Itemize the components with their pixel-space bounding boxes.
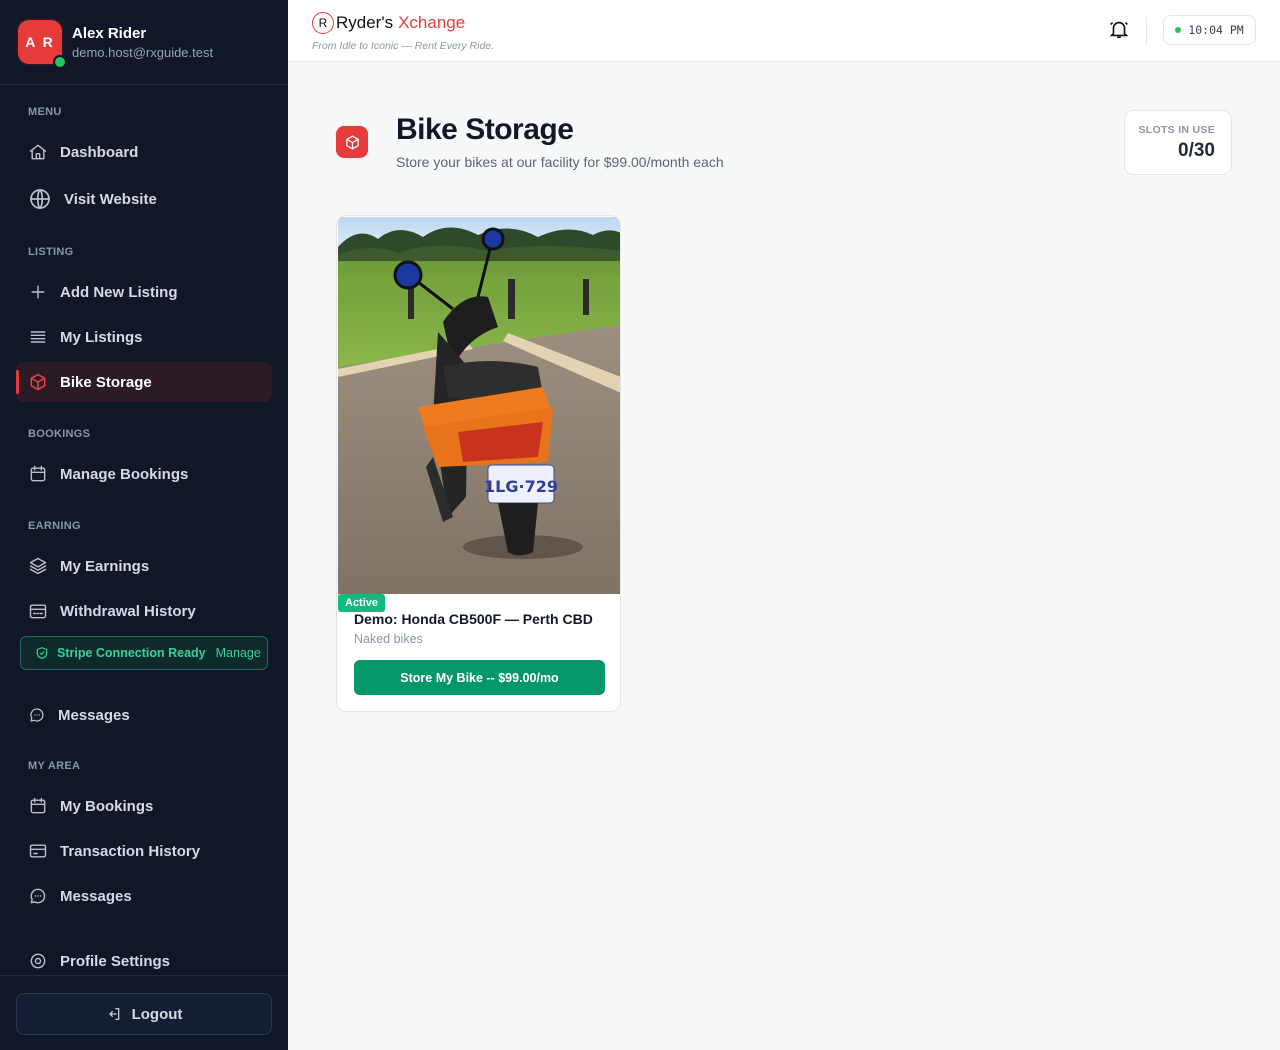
listing-card: 1LG·729 Active Demo: Honda CB500F — Pert… (336, 215, 621, 712)
status-badge: Active (338, 594, 386, 612)
sidebar-item-transaction-history[interactable]: Transaction History (16, 831, 272, 871)
sidebar-item-withdrawal-history[interactable]: Withdrawal History (16, 591, 272, 631)
sidebar-item-label: Messages (58, 706, 130, 724)
section-listing: LISTING (28, 246, 74, 258)
sidebar-item-my-earnings[interactable]: My Earnings (16, 546, 272, 586)
sidebar-item-label: Add New Listing (60, 283, 178, 301)
shield-check-icon (36, 647, 48, 659)
globe-icon (28, 187, 52, 211)
user-email: demo.host@rxguide.test (72, 44, 214, 60)
chat-bubble-icon (28, 886, 48, 906)
clock-display: 10:04 PM (1163, 15, 1256, 45)
sidebar-item-dashboard[interactable]: Dashboard (16, 132, 272, 172)
chat-bubble-icon (28, 705, 46, 725)
box-icon (336, 126, 368, 158)
section-my-area: MY AREA (28, 760, 81, 772)
sidebar-item-messages-user[interactable]: Messages (16, 876, 272, 916)
user-profile: A R Alex Rider demo.host@rxguide.test (0, 0, 288, 85)
sidebar-item-bike-storage[interactable]: Bike Storage (16, 362, 272, 402)
brand-logo-icon: R (312, 12, 334, 34)
top-header: R Ryder's Xchange From Idle to Iconic — … (288, 0, 1280, 62)
clock-time: 10:04 PM (1188, 23, 1244, 37)
notifications-bell-icon[interactable] (1108, 18, 1132, 42)
box-icon (28, 372, 48, 392)
stripe-status-text: Stripe Connection Ready (57, 646, 206, 660)
section-bookings: BOOKINGS (28, 428, 91, 440)
sidebar-item-label: My Bookings (60, 797, 154, 815)
sidebar-item-label: Messages (60, 887, 132, 905)
listing-category: Naked bikes (354, 632, 423, 646)
avatar[interactable]: A R (18, 20, 67, 69)
sidebar-item-label: My Listings (60, 328, 143, 346)
slots-label: SLOTS IN USE (1138, 124, 1215, 136)
sidebar: A R Alex Rider demo.host@rxguide.test ME… (0, 0, 288, 1050)
store-my-bike-button[interactable]: Store My Bike -- $99.00/mo (354, 660, 605, 695)
layers-icon (28, 556, 48, 576)
stripe-connection-status: Stripe Connection Ready Manage (20, 636, 268, 670)
logout-icon (108, 1008, 119, 1020)
avatar-initials: A R (25, 34, 55, 50)
plus-icon (28, 282, 48, 302)
sidebar-item-label: Transaction History (60, 842, 201, 860)
section-earning: EARNING (28, 520, 81, 532)
header-divider (1146, 17, 1147, 45)
listing-photo[interactable]: 1LG·729 (338, 217, 620, 594)
sidebar-item-my-bookings[interactable]: My Bookings (16, 786, 272, 826)
user-name: Alex Rider (72, 24, 147, 42)
slots-value: 0/30 (1178, 140, 1215, 161)
calendar-icon (28, 464, 48, 484)
slots-in-use-card: SLOTS IN USE 0/30 (1124, 110, 1232, 175)
sidebar-item-add-listing[interactable]: Add New Listing (16, 272, 272, 312)
credit-card-icon (28, 841, 48, 861)
logout-label: Logout (131, 1005, 183, 1023)
stripe-manage-link[interactable]: Manage (216, 646, 261, 660)
brand-name-part2: Xchange (398, 13, 466, 32)
sidebar-item-label: Profile Settings (60, 952, 171, 970)
status-dot (1175, 27, 1182, 33)
settings-icon (28, 951, 48, 971)
sidebar-item-label: My Earnings (60, 557, 150, 575)
sidebar-item-label: Visit Website (64, 190, 157, 208)
online-status-dot (53, 55, 67, 69)
sidebar-item-label: Dashboard (60, 143, 139, 161)
brand-tagline: From Idle to Iconic — Rent Every Ride. (312, 40, 495, 52)
wallet-icon (28, 601, 48, 621)
sidebar-item-label: Manage Bookings (60, 465, 189, 483)
page-title: Bike Storage (396, 113, 574, 146)
sidebar-item-visit-website[interactable]: Visit Website (16, 179, 272, 219)
list-icon (28, 327, 48, 347)
sidebar-item-manage-bookings[interactable]: Manage Bookings (16, 454, 272, 494)
section-menu: MENU (28, 106, 62, 118)
page-subtitle: Store your bikes at our facility for $99… (396, 154, 724, 170)
sidebar-item-label: Bike Storage (60, 373, 152, 391)
sidebar-item-label: Withdrawal History (60, 602, 196, 620)
license-plate: 1LG·729 (484, 477, 558, 496)
brand-name-part1: Ryder's (336, 13, 394, 32)
sidebar-item-messages-host[interactable]: Messages (16, 695, 272, 735)
listing-title: Demo: Honda CB500F — Perth CBD (354, 611, 593, 627)
home-icon (28, 142, 48, 162)
sidebar-footer: Logout (0, 975, 288, 1050)
logout-button[interactable]: Logout (16, 993, 272, 1035)
brand-logo-link[interactable]: R Ryder's Xchange (312, 12, 465, 34)
calendar-icon (28, 796, 48, 816)
sidebar-item-my-listings[interactable]: My Listings (16, 317, 272, 357)
